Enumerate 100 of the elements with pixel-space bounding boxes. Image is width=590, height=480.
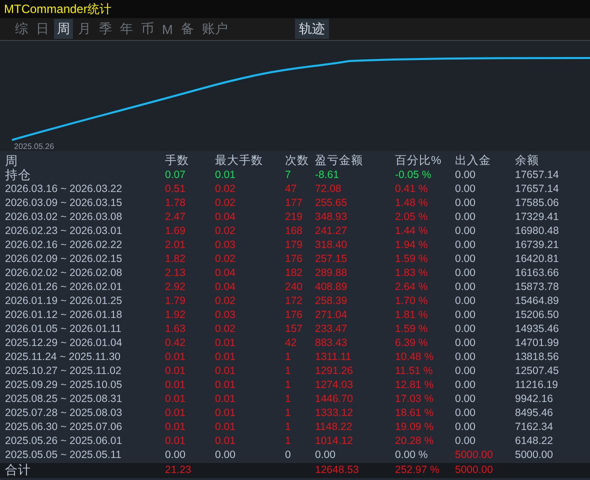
table-cell-text: 0.00 — [455, 168, 476, 182]
table-cell-text: 0.00 — [315, 448, 336, 462]
table-cell-text: 1333.12 — [315, 406, 354, 420]
table-cell-text: 1 — [285, 378, 292, 392]
table-cell-text: 289.88 — [315, 266, 348, 280]
table-cell-text: 47 — [285, 182, 298, 196]
period-tab[interactable]: 月 — [75, 19, 94, 39]
table-cell-text: 2026.01.12 ~ 2026.01.18 — [4, 308, 124, 322]
table-cell-text: 11216.19 — [515, 378, 560, 392]
table-cell-text: 0.01 — [165, 406, 186, 420]
table-cell-text: 255.65 — [315, 196, 348, 210]
table-cell-text: 0.01 — [215, 168, 236, 182]
table-cell-text: 182 — [285, 266, 304, 280]
period-tab[interactable]: 币 — [138, 19, 157, 39]
table-cell-text: 0.01 — [165, 350, 186, 364]
column-header: 最大手数 — [215, 154, 264, 168]
table-cell-text: 0.00 — [455, 266, 476, 280]
table-cell-text: 219 — [285, 210, 304, 224]
table-cell-text: 1.79 — [165, 294, 186, 308]
table-cell-text: 15464.89 — [515, 294, 560, 308]
table-cell-text: 0.00 % — [395, 448, 429, 462]
column-header: 盈亏金额 — [315, 154, 364, 168]
period-tab[interactable]: 综 — [12, 19, 31, 39]
table-cell-text: 0.01 — [165, 420, 186, 434]
track-button[interactable]: 轨迹 — [294, 19, 329, 39]
period-tab[interactable]: M — [159, 20, 176, 38]
table-cell-text: 2.47 — [165, 210, 186, 224]
table-cell-text: 0.01 — [215, 350, 236, 364]
table-cell-text: 0.00 — [455, 364, 476, 378]
table-cell-text: 1.92 — [165, 308, 186, 322]
table-cell-text: 2025.10.27 ~ 2025.11.02 — [4, 364, 122, 378]
table-cell-text: -0.05 % — [395, 168, 432, 182]
period-tab[interactable]: 日 — [33, 19, 52, 39]
table-cell-text: 0.01 — [215, 364, 236, 378]
table-cell-text: 1 — [285, 434, 292, 448]
table-cell-text: 1014.12 — [315, 434, 354, 448]
table-cell-text: 10.48 % — [395, 350, 435, 364]
table-cell-text: 1446.70 — [315, 392, 354, 406]
table-cell-text: 0.00 — [165, 448, 186, 462]
period-tab[interactable]: 年 — [117, 19, 136, 39]
period-tab[interactable]: 备 — [178, 19, 197, 39]
table-cell-text: 18.61 % — [395, 406, 435, 420]
table-cell-text: 1.83 % — [395, 266, 429, 280]
period-tab[interactable]: 账户 — [198, 19, 231, 39]
table-cell-text: 2025.11.24 ~ 2025.11.30 — [4, 350, 122, 364]
table-cell-text: 1.78 — [165, 196, 186, 210]
table-cell-text: 2025.05.05 ~ 2025.05.11 — [4, 448, 122, 462]
table-cell-text: 1.59 % — [395, 322, 429, 336]
table-cell-text: 0.04 — [215, 280, 236, 294]
table-cell-text: 19.09 % — [395, 420, 435, 434]
table-cell-text: 176 — [285, 252, 304, 266]
table-cell-text: 11.51 % — [395, 364, 434, 378]
table-cell-text: 0.04 — [215, 266, 236, 280]
table-cell-text: 2.92 — [165, 280, 186, 294]
table-cell-text: 1.44 % — [395, 224, 429, 238]
table-cell-text: 0.04 — [215, 210, 236, 224]
table-cell-text: 348.93 — [315, 210, 348, 224]
table-cell-text: 1 — [285, 420, 292, 434]
table-cell-text: 1148.22 — [315, 420, 354, 434]
table-cell-text: 17329.41 — [515, 210, 560, 224]
table-cell-text: 5000.00 — [455, 463, 494, 478]
table-cell-text: 2.05 % — [395, 210, 429, 224]
table-cell-text: 0.03 — [215, 308, 236, 322]
column-header: 次数 — [285, 154, 310, 168]
table-cell-text: 72.08 — [315, 182, 342, 196]
table-cell-text: 持仓 — [4, 168, 32, 182]
table-cell-text: 13818.56 — [515, 350, 560, 364]
table-cell-text: 157 — [285, 322, 304, 336]
table-cell-text: 271.04 — [315, 308, 348, 322]
period-tab[interactable]: 周 — [54, 19, 73, 39]
table-cell-text: 0 — [285, 448, 292, 462]
table-cell-text: 6.39 % — [395, 336, 429, 350]
table-cell-text: 0.00 — [455, 392, 476, 406]
table-cell-text: 2026.01.05 ~ 2026.01.11 — [4, 322, 122, 336]
table-cell-text: 2025.05.26 ~ 2025.06.01 — [4, 434, 124, 448]
table-cell-text: 0.41 % — [395, 182, 429, 196]
table-cell-text: 0.00 — [455, 350, 476, 364]
table-cell-text: 233.47 — [315, 322, 348, 336]
table-cell-text: 6148.22 — [515, 434, 554, 448]
table-cell-text: 258.39 — [315, 294, 348, 308]
table-cell-text: 0.01 — [165, 364, 186, 378]
table-cell-text: 0.01 — [215, 336, 236, 350]
table-cell-text: 0.07 — [165, 168, 186, 182]
period-tab[interactable]: 季 — [96, 19, 115, 39]
table-cell-text: 0.51 — [165, 182, 186, 196]
table-cell-text: 15873.78 — [515, 280, 560, 294]
table-cell-text: 2026.01.26 ~ 2026.02.01 — [4, 280, 124, 294]
table-cell-text: 9942.16 — [515, 392, 554, 406]
table-cell-text: 2025.09.29 ~ 2025.10.05 — [4, 378, 124, 392]
table-cell-text: 252.97 % — [395, 463, 440, 478]
table-cell-text: 0.00 — [455, 210, 476, 224]
table-cell-text: 172 — [285, 294, 304, 308]
table-cell-text: 0.00 — [455, 224, 476, 238]
table-cell-text: 1 — [285, 406, 292, 420]
table-cell-text: 0.01 — [215, 406, 236, 420]
table-cell-text: 17585.06 — [515, 196, 560, 210]
table-cell-text: 0.01 — [165, 434, 186, 448]
table-cell-text: 0.01 — [215, 378, 236, 392]
table-cell-text: 408.89 — [315, 280, 348, 294]
table-cell-text: 177 — [285, 196, 304, 210]
